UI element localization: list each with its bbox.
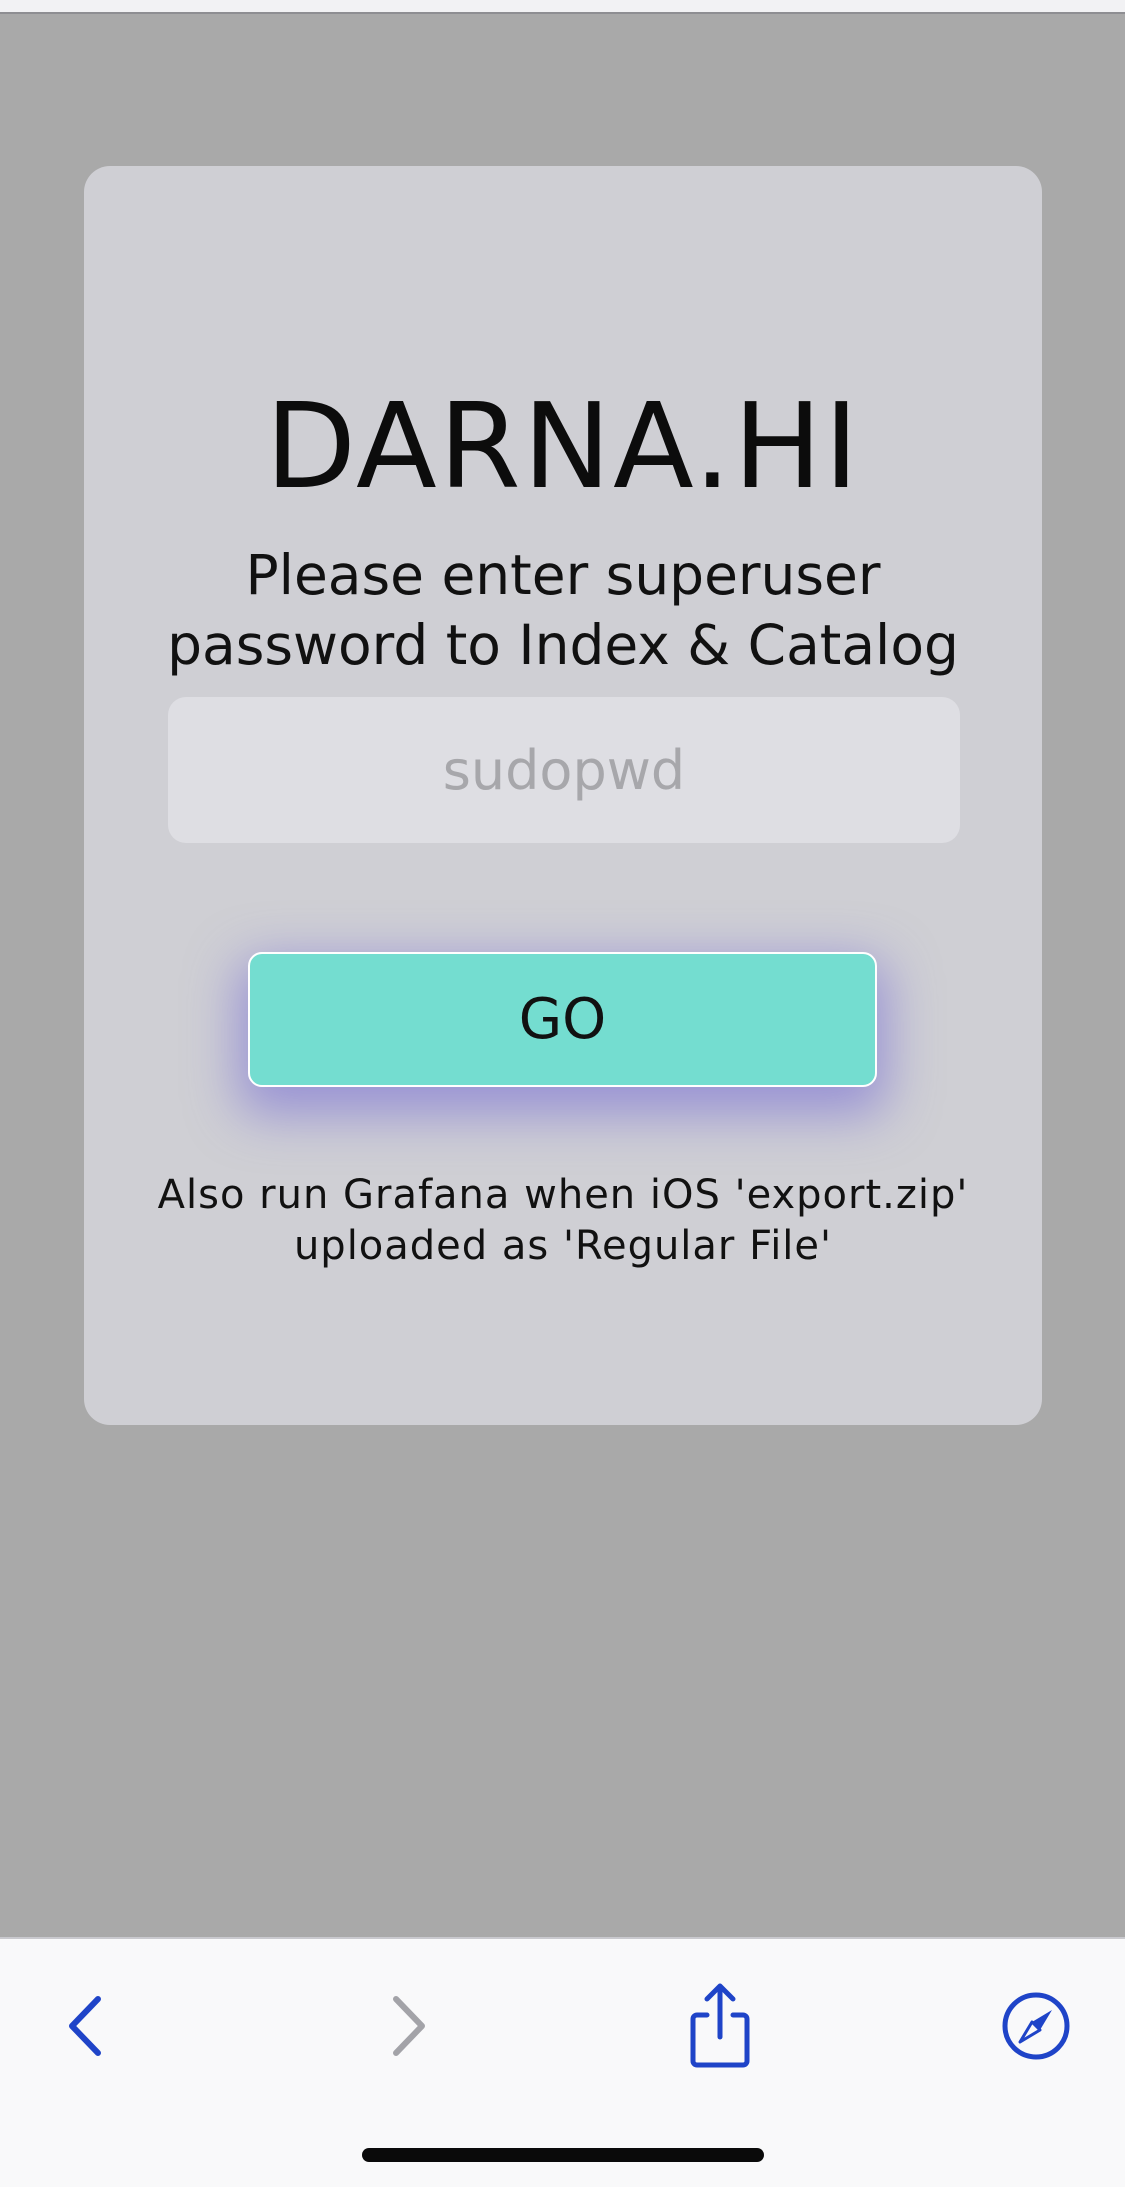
chevron-left-icon xyxy=(69,1996,101,2056)
compass-icon xyxy=(1002,1992,1070,2060)
browser-top-edge xyxy=(0,0,1125,14)
go-button[interactable]: GO xyxy=(248,952,877,1087)
share-button[interactable] xyxy=(675,1981,765,2071)
login-card: DARNA.HI Please enter superuser password… xyxy=(84,166,1042,1425)
share-icon xyxy=(690,1983,750,2068)
safari-button[interactable] xyxy=(991,1981,1081,2071)
password-input[interactable] xyxy=(168,697,960,843)
forward-button[interactable] xyxy=(363,1981,453,2071)
note-line-1: Also run Grafana when iOS 'export.zip' xyxy=(157,1172,969,1218)
app-title: DARNA.HI xyxy=(265,377,861,515)
instruction-line-2: password to Index & Catalog xyxy=(167,613,959,677)
web-content: DARNA.HI Please enter superuser password… xyxy=(0,14,1125,1937)
grafana-note: Also run Grafana when iOS 'export.zip' u… xyxy=(84,1170,1042,1272)
home-indicator xyxy=(362,2148,764,2162)
chevron-right-icon xyxy=(393,1996,425,2056)
instruction-text: Please enter superuser password to Index… xyxy=(84,540,1042,680)
instruction-line-1: Please enter superuser xyxy=(245,543,881,607)
note-line-2: uploaded as 'Regular File' xyxy=(293,1223,833,1269)
back-button[interactable] xyxy=(41,1981,131,2071)
